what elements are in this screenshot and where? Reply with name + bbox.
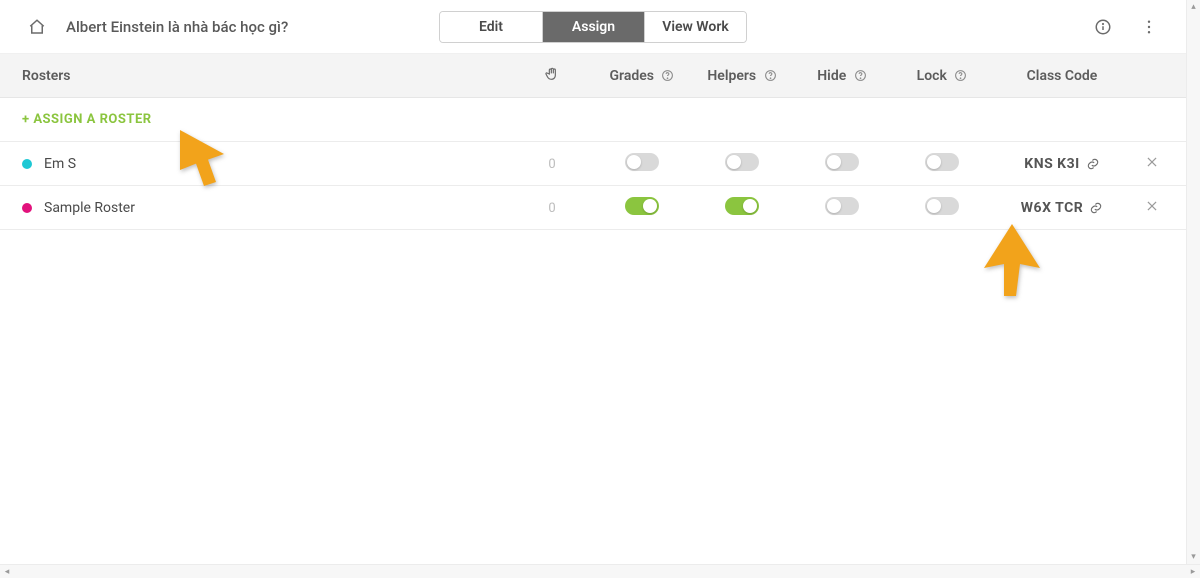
column-class-code: Class Code	[992, 68, 1132, 84]
topbar: Albert Einstein là nhà bác học gì? Edit …	[0, 0, 1186, 54]
column-helpers-label: Helpers	[707, 68, 756, 84]
class-code-text: W6X TCR	[1021, 200, 1083, 216]
kebab-menu-icon[interactable]	[1140, 18, 1158, 36]
roster-row: Em S 0 KNS K3I	[0, 142, 1186, 186]
roster-count: 0	[543, 201, 561, 216]
column-hide: Hide	[792, 68, 892, 84]
home-icon[interactable]	[28, 18, 46, 36]
remove-roster-button[interactable]	[1145, 155, 1159, 169]
help-icon[interactable]	[854, 69, 867, 82]
roster-count: 0	[543, 157, 561, 172]
column-helpers: Helpers	[692, 68, 792, 84]
lock-toggle[interactable]	[925, 153, 959, 171]
column-drag	[512, 66, 592, 86]
tab-assign[interactable]: Assign	[542, 12, 644, 42]
help-icon[interactable]	[954, 69, 967, 82]
grades-toggle[interactable]	[625, 197, 659, 215]
column-header-row: Rosters Grades Helpers Hide Lock Class C…	[0, 54, 1186, 98]
tab-group: Edit Assign View Work	[439, 11, 747, 43]
tab-edit[interactable]: Edit	[440, 12, 542, 42]
roster-name[interactable]: Em S	[44, 156, 76, 172]
help-icon[interactable]	[661, 69, 674, 82]
info-icon[interactable]	[1094, 18, 1112, 36]
horizontal-scrollbar[interactable]: ◂ ▸	[0, 564, 1200, 578]
hide-toggle[interactable]	[825, 153, 859, 171]
vertical-scrollbar[interactable]: ▴ ▾	[1186, 0, 1200, 564]
column-lock-label: Lock	[917, 68, 947, 84]
column-rosters: Rosters	[22, 68, 512, 84]
scroll-left-icon[interactable]: ◂	[0, 565, 14, 579]
helpers-toggle[interactable]	[725, 197, 759, 215]
class-code[interactable]: W6X TCR	[1021, 200, 1103, 216]
roster-name[interactable]: Sample Roster	[44, 200, 135, 216]
roster-row: Sample Roster 0 W6X TCR	[0, 186, 1186, 230]
annotation-arrow-icon	[972, 220, 1052, 304]
link-icon	[1089, 201, 1103, 215]
column-grades-label: Grades	[610, 68, 654, 84]
scroll-right-icon[interactable]: ▸	[1186, 565, 1200, 579]
column-hide-label: Hide	[817, 68, 846, 84]
assign-roster-row: + ASSIGN A ROSTER	[0, 98, 1186, 142]
page-title: Albert Einstein là nhà bác học gì?	[66, 18, 288, 36]
remove-roster-button[interactable]	[1145, 199, 1159, 213]
class-code[interactable]: KNS K3I	[1024, 156, 1099, 172]
column-lock: Lock	[892, 68, 992, 84]
tab-view-work[interactable]: View Work	[644, 12, 746, 42]
scroll-down-icon[interactable]: ▾	[1187, 550, 1200, 564]
helpers-toggle[interactable]	[725, 153, 759, 171]
column-grades: Grades	[592, 68, 692, 84]
assign-roster-button[interactable]: + ASSIGN A ROSTER	[22, 112, 152, 127]
roster-color-dot	[22, 203, 32, 213]
grades-toggle[interactable]	[625, 153, 659, 171]
lock-toggle[interactable]	[925, 197, 959, 215]
link-icon	[1086, 157, 1100, 171]
class-code-text: KNS K3I	[1024, 156, 1079, 172]
roster-color-dot	[22, 159, 32, 169]
scroll-up-icon[interactable]: ▴	[1187, 0, 1200, 14]
help-icon[interactable]	[764, 69, 777, 82]
hide-toggle[interactable]	[825, 197, 859, 215]
